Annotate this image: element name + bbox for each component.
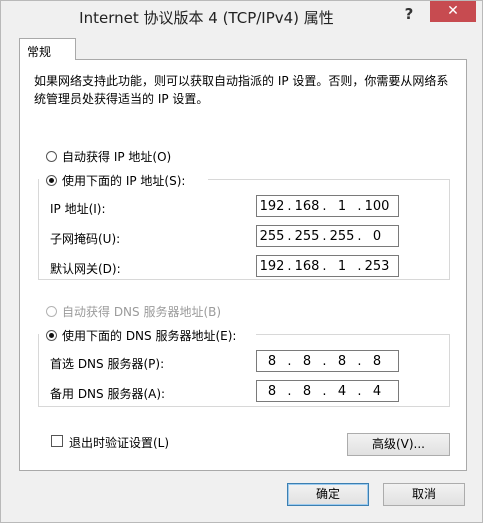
dns-octet: 8: [302, 353, 312, 369]
gateway-input[interactable]: 192. 168. 1. 253: [256, 255, 399, 277]
dns-octet: 8: [267, 353, 277, 369]
auto-dns-option[interactable]: 自动获得 DNS 服务器地址(B): [46, 303, 221, 320]
gateway-octet: 192: [259, 258, 285, 274]
general-panel: 如果网络支持此功能，则可以获取自动指派的 IP 设置。否则，你需要从网络系统管理…: [19, 59, 467, 471]
auto-dns-radio[interactable]: [46, 306, 57, 317]
alternate-dns-label: 备用 DNS 服务器(A):: [50, 387, 166, 401]
subnet-mask-label: 子网掩码(U):: [50, 232, 121, 246]
mask-octet: 255: [259, 228, 285, 244]
help-button[interactable]: ?: [397, 4, 421, 24]
manual-ip-option[interactable]: 使用下面的 IP 地址(S):: [46, 172, 190, 189]
manual-ip-radio[interactable]: [46, 175, 57, 186]
gateway-octet: 168: [294, 258, 320, 274]
close-button[interactable]: ✕: [430, 1, 476, 22]
ip-octet: 1: [337, 198, 347, 214]
mask-octet: 255: [294, 228, 320, 244]
manual-dns-option[interactable]: 使用下面的 DNS 服务器地址(E):: [46, 327, 241, 344]
ip-octet: 100: [364, 198, 390, 214]
advanced-button[interactable]: 高级(V)...: [347, 433, 450, 456]
dns-octet: 8: [372, 353, 382, 369]
window-title: Internet 协议版本 4 (TCP/IPv4) 属性: [79, 9, 334, 27]
manual-dns-radio[interactable]: [46, 330, 57, 341]
dns-octet: 8: [302, 383, 312, 399]
ip-address-input[interactable]: 192. 168. 1. 100: [256, 195, 399, 217]
title-bar: Internet 协议版本 4 (TCP/IPv4) 属性 ? ✕: [1, 1, 482, 32]
preferred-dns-label: 首选 DNS 服务器(P):: [50, 357, 165, 371]
dns-octet: 4: [337, 383, 347, 399]
ip-octet: 168: [294, 198, 320, 214]
gateway-label: 默认网关(D):: [50, 262, 121, 276]
alternate-dns-input[interactable]: 8. 8. 4. 4: [256, 380, 399, 402]
dialog-window: Internet 协议版本 4 (TCP/IPv4) 属性 ? ✕ 常规 如果网…: [0, 0, 483, 523]
description-text: 如果网络支持此功能，则可以获取自动指派的 IP 设置。否则，你需要从网络系统管理…: [34, 74, 449, 106]
validate-checkbox[interactable]: [51, 435, 63, 447]
tab-general[interactable]: 常规: [19, 38, 76, 60]
validate-label: 退出时验证设置(L): [69, 436, 170, 450]
manual-dns-label: 使用下面的 DNS 服务器地址(E):: [62, 329, 237, 343]
gateway-octet: 253: [364, 258, 390, 274]
gateway-octet: 1: [337, 258, 347, 274]
subnet-mask-input[interactable]: 255. 255. 255. 0: [256, 225, 399, 247]
dns-octet: 4: [372, 383, 382, 399]
dns-octet: 8: [337, 353, 347, 369]
mask-octet: 255: [329, 228, 355, 244]
ok-button[interactable]: 确定: [287, 483, 369, 506]
ip-octet: 192: [259, 198, 285, 214]
auto-dns-label: 自动获得 DNS 服务器地址(B): [62, 305, 222, 319]
manual-ip-label: 使用下面的 IP 地址(S):: [62, 174, 186, 188]
auto-ip-label: 自动获得 IP 地址(O): [62, 150, 172, 164]
tab-general-label: 常规: [27, 45, 52, 59]
preferred-dns-input[interactable]: 8. 8. 8. 8: [256, 350, 399, 372]
auto-ip-option[interactable]: 自动获得 IP 地址(O): [46, 148, 171, 165]
cancel-button[interactable]: 取消: [383, 483, 465, 506]
mask-octet: 0: [372, 228, 382, 244]
auto-ip-radio[interactable]: [46, 151, 57, 162]
ip-address-label: IP 地址(I):: [50, 202, 106, 216]
dns-octet: 8: [267, 383, 277, 399]
